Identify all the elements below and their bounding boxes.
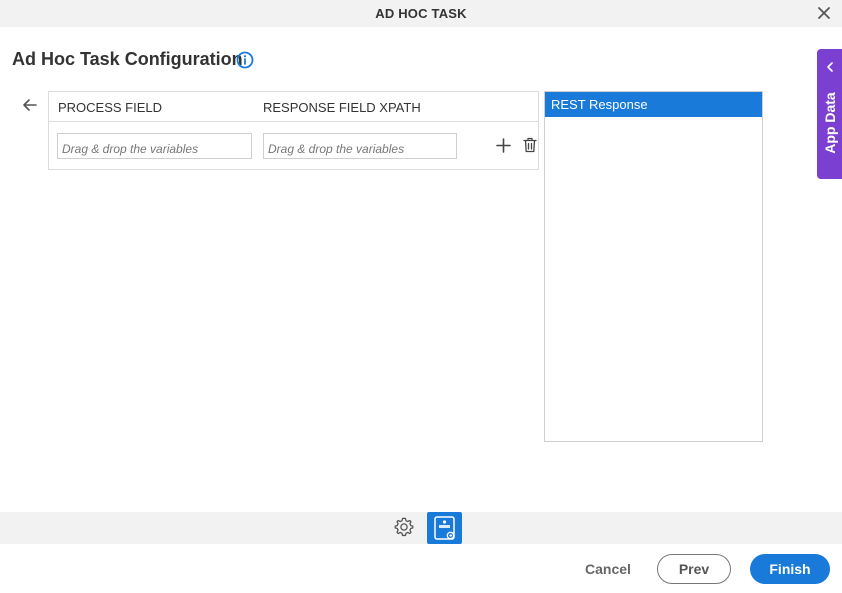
app-data-tab[interactable]: App Data: [817, 49, 842, 179]
rest-api-button[interactable]: [427, 512, 462, 544]
page-title: Ad Hoc Task Configuration: [12, 49, 243, 69]
cancel-button[interactable]: Cancel: [585, 561, 631, 577]
bottom-toolbar: [0, 512, 842, 544]
chevron-left-icon: [827, 62, 833, 72]
column-header-response-field-xpath: RESPONSE FIELD XPATH: [263, 100, 421, 115]
app-data-tab-label: App Data: [822, 92, 838, 154]
field-mapping-table: PROCESS FIELD RESPONSE FIELD XPATH: [48, 91, 539, 170]
close-icon[interactable]: [816, 5, 832, 21]
gear-icon[interactable]: [393, 516, 415, 538]
window-title: AD HOC TASK: [375, 6, 467, 21]
title-bar: AD HOC TASK: [0, 0, 842, 27]
plus-icon[interactable]: [496, 138, 511, 153]
column-header-process-field: PROCESS FIELD: [58, 100, 163, 115]
trash-icon[interactable]: [523, 137, 537, 153]
rest-response-tree: REST Response: [544, 91, 763, 442]
back-arrow-icon[interactable]: [22, 97, 38, 113]
process-field-drop-input[interactable]: [57, 133, 252, 159]
prev-button[interactable]: Prev: [657, 554, 731, 584]
tree-item-rest-response[interactable]: REST Response: [545, 92, 762, 117]
rest-api-icon: [434, 516, 455, 540]
finish-button[interactable]: Finish: [750, 554, 830, 584]
mapping-table-header: PROCESS FIELD RESPONSE FIELD XPATH: [49, 92, 538, 122]
info-icon[interactable]: [236, 51, 254, 69]
response-field-drop-input[interactable]: [263, 133, 457, 159]
